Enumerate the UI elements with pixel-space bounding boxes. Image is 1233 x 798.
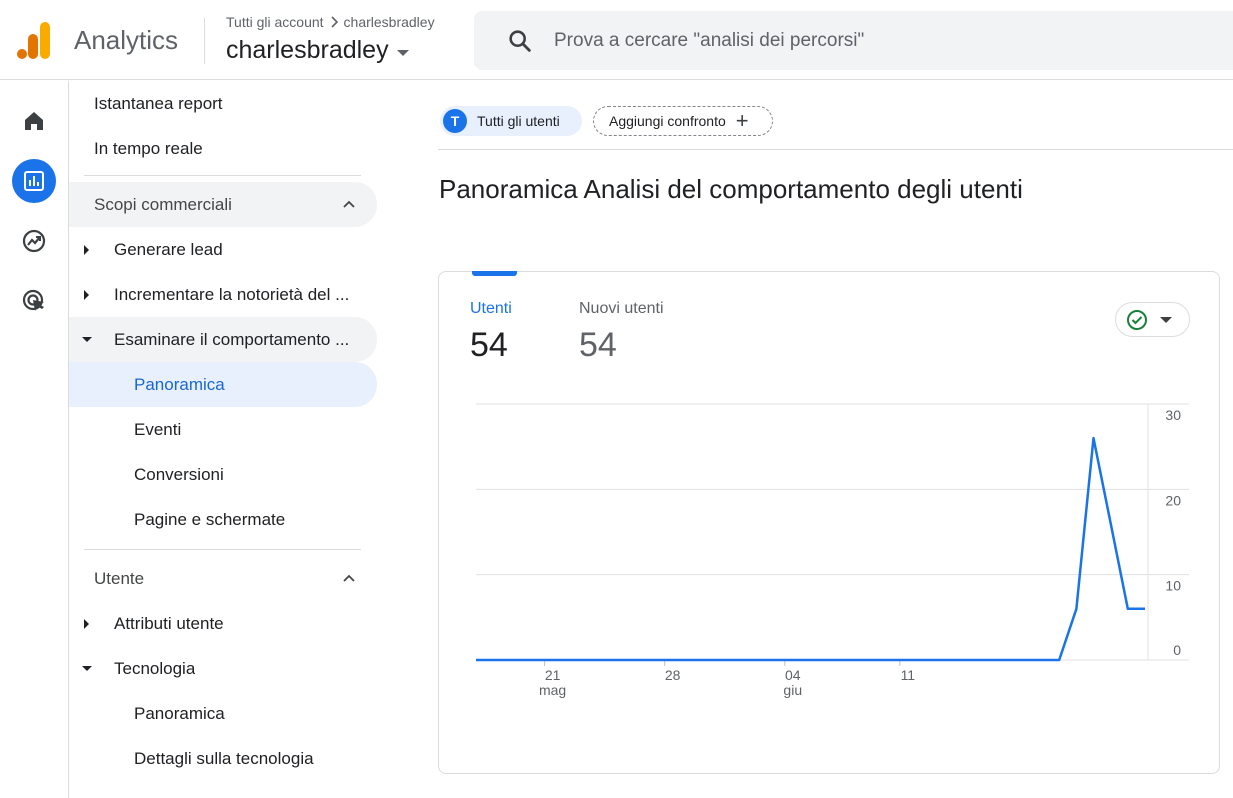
x-tick-label: 28 [665, 667, 681, 683]
nav-label: Dettagli sulla tecnologia [134, 748, 314, 768]
top-app-bar: Analytics Tutti gli account charlesbradl… [0, 0, 1233, 80]
chevron-up-icon [343, 200, 355, 208]
section-label: Utente [94, 568, 145, 588]
section-user[interactable]: Utente [69, 556, 377, 601]
section-label: Scopi commerciali [94, 194, 232, 214]
nav-generate-leads[interactable]: Generare lead [69, 227, 377, 272]
series-line-users [476, 436, 1145, 662]
chip-label: Aggiungi confronto [609, 113, 726, 129]
nav-behavior-overview[interactable]: Panoramica [69, 362, 377, 407]
analytics-logo-icon[interactable] [16, 20, 52, 60]
plus-icon: + [735, 108, 749, 133]
section-business-objectives[interactable]: Scopi commerciali [69, 182, 377, 227]
nav-reports-snapshot[interactable]: Istantanea report [69, 81, 377, 126]
nav-label: Esaminare il comportamento ... [114, 329, 350, 349]
nav-technology[interactable]: Tecnologia [69, 646, 377, 691]
nav-brand-awareness[interactable]: Incrementare la notorietà del ... [69, 272, 377, 317]
x-tick-sublabel: mag [539, 682, 566, 698]
caret-down-icon [396, 49, 409, 56]
nav-label: Attributi utente [114, 613, 224, 633]
nav-label: Generare lead [114, 239, 223, 259]
nav-label: Panoramica [134, 374, 225, 394]
nav-label: Conversioni [134, 464, 224, 484]
breadcrumb-all-accounts[interactable]: Tutti gli account [226, 14, 324, 30]
comparison-chip-all-users[interactable]: T Tutti gli utenti [440, 106, 582, 136]
advertising-icon [22, 289, 44, 311]
nav-conversions[interactable]: Conversioni [69, 452, 377, 497]
x-tick-label: 21 [545, 667, 561, 683]
expand-arrow-icon [84, 619, 89, 629]
rail-reports[interactable] [12, 159, 56, 203]
chevron-up-icon [343, 574, 355, 582]
nav-user-behavior[interactable]: Esaminare il comportamento ... [69, 317, 377, 362]
x-tick-label: 11 [901, 667, 916, 683]
chip-label: Tutti gli utenti [477, 113, 560, 129]
nav-label: Eventi [134, 419, 182, 439]
nav-user-attributes[interactable]: Attributi utente [69, 601, 377, 646]
nav-label: In tempo reale [94, 138, 203, 158]
add-comparison-button[interactable]: Aggiungi confronto + [593, 106, 773, 136]
rail-home[interactable] [12, 99, 56, 143]
header-divider [204, 18, 205, 64]
expand-arrow-icon [84, 290, 89, 300]
breadcrumb-account[interactable]: charlesbradley [344, 14, 435, 30]
segment-avatar: T [443, 109, 467, 133]
nav-label: Panoramica [134, 703, 225, 723]
y-tick-label: 0 [1173, 642, 1181, 658]
chevron-right-icon [330, 16, 338, 28]
nav-label: Tecnologia [114, 658, 196, 678]
sidebar-divider [84, 175, 361, 176]
expand-arrow-icon [84, 245, 89, 255]
rail-explore[interactable] [12, 219, 56, 263]
navigation-rail [0, 81, 69, 798]
breadcrumb[interactable]: Tutti gli account charlesbradley [226, 14, 435, 30]
nav-realtime[interactable]: In tempo reale [69, 126, 377, 171]
reports-sidebar: Istantanea report In tempo reale Scopi c… [69, 81, 389, 798]
explore-icon [22, 229, 46, 253]
x-tick-sublabel: giu [783, 682, 802, 698]
nav-label: Incrementare la notorietà del ... [114, 284, 350, 304]
nav-events[interactable]: Eventi [69, 407, 377, 452]
nav-tech-details[interactable]: Dettagli sulla tecnologia [69, 736, 377, 781]
app-title: Analytics [74, 25, 179, 55]
y-tick-label: 20 [1165, 492, 1181, 508]
nav-label: Istantanea report [94, 93, 223, 113]
rail-advertising[interactable] [12, 279, 56, 323]
y-tick-label: 30 [1165, 407, 1181, 423]
main-divider [438, 149, 1233, 150]
sidebar-divider [84, 549, 361, 550]
account-name: charlesbradley [226, 36, 389, 64]
overview-card: Utenti 54 Nuovi utenti 54 30 20 10 0 21 mag 28… [438, 271, 1220, 774]
nav-pages-screens[interactable]: Pagine e schermate [69, 497, 377, 542]
account-selector[interactable]: charlesbradley [226, 36, 409, 65]
collapse-arrow-icon [82, 337, 92, 342]
search-icon [509, 29, 531, 52]
y-tick-label: 10 [1165, 578, 1181, 594]
search-input[interactable] [554, 29, 1154, 52]
reports-icon [24, 171, 44, 191]
collapse-arrow-icon [82, 666, 92, 671]
x-tick-label: 04 [785, 667, 801, 683]
nav-tech-overview[interactable]: Panoramica [69, 691, 377, 736]
home-icon [25, 112, 43, 130]
nav-label: Pagine e schermate [134, 509, 286, 529]
page-title: Panoramica Analisi del comportamento deg… [439, 174, 1023, 204]
users-line-chart: 30 20 10 0 21mag 28 04giu 11 [476, 403, 1189, 698]
search-bar[interactable] [474, 11, 1233, 70]
